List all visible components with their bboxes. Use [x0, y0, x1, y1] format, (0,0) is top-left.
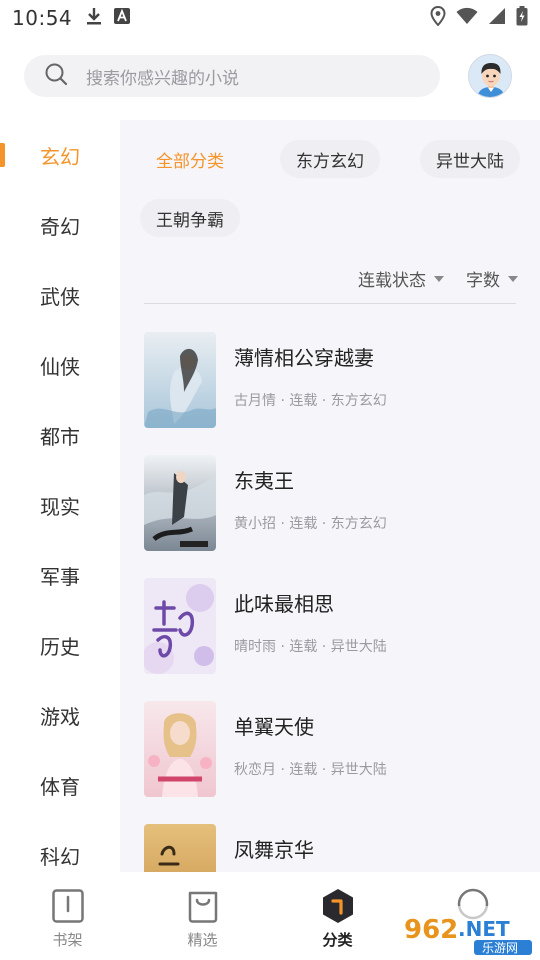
book-title: 单翼天使	[234, 715, 314, 739]
book-cover	[144, 455, 216, 551]
chip-dongfang-xuanhuan[interactable]: 东方玄幻	[280, 140, 380, 178]
sidebar-item-label: 玄幻	[40, 144, 80, 169]
chip-yishi-dalu[interactable]: 异世大陆	[420, 140, 520, 178]
sidebar-item-wuxia[interactable]: 武侠	[0, 260, 120, 330]
chip-wangchao-zhengba[interactable]: 王朝争霸	[140, 199, 240, 237]
active-indicator	[0, 143, 5, 167]
search-input[interactable]: 搜索你感兴趣的小说	[24, 55, 440, 97]
location-icon	[430, 5, 446, 30]
sidebar-item-label: 都市	[40, 424, 80, 449]
avatar[interactable]	[468, 54, 512, 98]
book-item[interactable]: 此味最相思 晴时雨 · 连载 · 异世大陆	[144, 578, 516, 674]
sidebar-item-xianxia[interactable]: 仙侠	[0, 330, 120, 400]
book-title: 此味最相思	[234, 592, 334, 616]
caret-down-icon	[434, 275, 444, 282]
book-cover	[144, 578, 216, 674]
font-a-icon	[114, 8, 131, 28]
sidebar-item-tiyu[interactable]: 体育	[0, 750, 120, 820]
book-item[interactable]: 单翼天使 秋恋月 · 连载 · 异世大陆	[144, 701, 516, 797]
sidebar-item-xuanhuan[interactable]: 玄幻	[0, 120, 120, 190]
book-cover	[144, 701, 216, 797]
book-cover	[144, 824, 216, 872]
chip-all[interactable]: 全部分类	[140, 140, 240, 178]
tab-category[interactable]: 分类	[270, 872, 405, 960]
tab-label: 书架	[52, 931, 83, 949]
bookshelf-icon	[51, 888, 85, 924]
signal-icon	[488, 7, 506, 29]
sidebar-item-label: 历史	[40, 634, 80, 659]
sidebar-item-youxi[interactable]: 游戏	[0, 680, 120, 750]
category-sidebar: 玄幻 奇幻 武侠 仙侠 都市 现实 军事 历史 游戏 体育 科幻	[0, 120, 120, 872]
filter-word-count[interactable]: 字数	[466, 266, 518, 291]
sidebar-item-lishi[interactable]: 历史	[0, 610, 120, 680]
book-meta: 秋恋月 · 连载 · 异世大陆	[234, 762, 387, 778]
sidebar-item-junshi[interactable]: 军事	[0, 540, 120, 610]
svg-text:乐游网: 乐游网	[482, 941, 518, 955]
status-time: 10:54	[12, 6, 73, 30]
sidebar-item-label: 奇幻	[40, 214, 80, 239]
svg-text:.NET: .NET	[458, 917, 510, 941]
category-icon	[321, 888, 355, 924]
book-meta: 晴时雨 · 连载 · 异世大陆	[234, 639, 387, 655]
download-icon	[86, 6, 102, 30]
book-item[interactable]: 凤舞京华	[144, 824, 516, 872]
battery-icon	[516, 6, 528, 30]
sidebar-item-label: 军事	[40, 564, 80, 589]
sidebar-item-label: 仙侠	[40, 354, 80, 379]
sidebar-item-xianshi[interactable]: 现实	[0, 470, 120, 540]
sidebar-item-label: 游戏	[40, 704, 80, 729]
filter-word-count-label: 字数	[466, 271, 500, 291]
status-bar: 10:54	[0, 0, 540, 36]
sidebar-item-dushi[interactable]: 都市	[0, 400, 120, 470]
wifi-icon	[456, 7, 478, 29]
sidebar-item-label: 现实	[40, 494, 80, 519]
sidebar-item-label: 科幻	[40, 844, 80, 869]
book-cover	[144, 332, 216, 428]
book-item[interactable]: 东夷王 黄小招 · 连载 · 东方玄幻	[144, 455, 516, 551]
svg-text:962: 962	[404, 915, 458, 945]
tab-bookshelf[interactable]: 书架	[0, 872, 135, 960]
book-title: 东夷王	[234, 469, 294, 493]
sidebar-item-qihuan[interactable]: 奇幻	[0, 190, 120, 260]
tab-label: 分类	[322, 931, 353, 949]
caret-down-icon	[508, 275, 518, 282]
book-item[interactable]: 薄情相公穿越妻 古月情 · 连载 · 东方玄幻	[144, 332, 516, 428]
search-icon	[44, 62, 68, 90]
divider	[144, 303, 516, 304]
tab-featured[interactable]: 精选	[135, 872, 270, 960]
book-meta: 黄小招 · 连载 · 东方玄幻	[234, 516, 387, 532]
sidebar-item-label: 武侠	[40, 284, 80, 309]
filter-status-label: 连载状态	[358, 271, 426, 291]
search-placeholder: 搜索你感兴趣的小说	[86, 68, 239, 89]
book-meta: 古月情 · 连载 · 东方玄幻	[234, 393, 387, 409]
book-title: 凤舞京华	[234, 838, 314, 862]
book-title: 薄情相公穿越妻	[234, 346, 374, 370]
category-content: 全部分类 东方玄幻 异世大陆 王朝争霸 连载状态 字数 薄情相公穿越妻 古月情 …	[120, 120, 540, 872]
tab-label: 精选	[187, 931, 218, 949]
watermark-logo: 962 .NET 乐游网	[400, 906, 534, 956]
sidebar-item-label: 体育	[40, 774, 80, 799]
filter-status[interactable]: 连载状态	[358, 266, 444, 291]
shopping-bag-icon	[186, 888, 220, 924]
